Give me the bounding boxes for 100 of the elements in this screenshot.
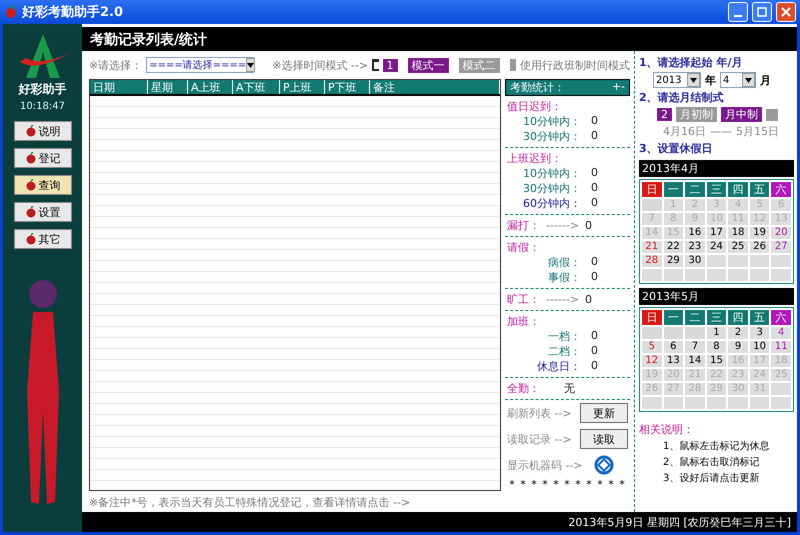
sidebar-button[interactable]: 登记 xyxy=(14,148,72,168)
sidebar-button[interactable]: 查询 xyxy=(14,175,72,195)
minimize-icon xyxy=(734,15,742,17)
stat-value: 0 xyxy=(591,255,598,270)
calendar-day[interactable]: 20 xyxy=(771,227,791,239)
note-text: 2、鼠标右击取消标记 xyxy=(662,456,760,469)
calendar-day[interactable]: 29 xyxy=(664,255,684,267)
stat-value: 0 xyxy=(591,114,598,129)
calendar-day[interactable]: 18 xyxy=(728,227,748,239)
period-number: 2 xyxy=(657,108,672,121)
action-button[interactable]: 读取 xyxy=(580,429,628,449)
calendar-day[interactable]: 25 xyxy=(728,241,748,253)
calendar-day[interactable]: 23 xyxy=(685,241,705,253)
minimize-button[interactable] xyxy=(728,2,748,22)
apple-icon xyxy=(24,206,36,218)
stat-label: 休息日： xyxy=(537,359,581,374)
year-select[interactable]: 2013 xyxy=(653,72,701,88)
hint-text: ※备注中*号，表示当天有员工特殊情况登记，查看详情请点击 --> xyxy=(89,495,412,511)
page-title: 考勤记录列表/统计 xyxy=(82,27,797,51)
select-dropdown[interactable]: ====请选择==== xyxy=(146,57,254,73)
calendar-day[interactable]: 7 xyxy=(685,341,705,353)
close-icon xyxy=(781,7,791,17)
calendar-day[interactable]: 9 xyxy=(728,341,748,353)
weekday-header: 一 xyxy=(664,310,684,325)
sidebar-button[interactable]: 说明 xyxy=(14,121,72,141)
mode-tab[interactable]: 模式一 xyxy=(408,58,449,72)
select-value: ====请选择==== xyxy=(149,58,246,72)
calendar-day[interactable]: 3 xyxy=(750,327,770,339)
calendar-day[interactable]: 30 xyxy=(685,255,705,267)
checkbox[interactable] xyxy=(510,59,516,71)
stat-title: 请假： xyxy=(507,240,541,255)
column-header: A下班 xyxy=(233,80,280,94)
action-label: 显示机器码 --> xyxy=(507,458,583,472)
toggle-button[interactable]: +- xyxy=(612,80,625,95)
calendar-day[interactable]: 5 xyxy=(642,341,662,353)
clock-time: 10:18:47 xyxy=(20,101,65,112)
calendar-day[interactable]: 15 xyxy=(706,355,726,367)
caret-icon[interactable] xyxy=(687,73,700,87)
stat-title: 漏打： xyxy=(507,218,540,233)
select-label: ※请选择： xyxy=(89,58,142,72)
stat-value: 0 xyxy=(585,293,592,306)
stat-label: 病假： xyxy=(548,255,581,270)
period-tab[interactable]: 月中制 xyxy=(721,107,762,122)
caret-icon[interactable] xyxy=(742,73,755,87)
close-button[interactable] xyxy=(776,2,796,22)
ring-icon[interactable] xyxy=(594,455,614,475)
calendar-day[interactable]: 2 xyxy=(728,327,748,339)
unit-label: 月 xyxy=(760,72,771,88)
stat-value: 0 xyxy=(591,181,598,196)
year-value: 2013 xyxy=(656,74,682,86)
weekday-header: 六 xyxy=(771,310,791,325)
stat-label: 10分钟内： xyxy=(523,114,581,129)
checkbox-label: 使用行政班制时间模式 xyxy=(520,58,630,72)
action-button[interactable]: 更新 xyxy=(580,403,628,423)
calendar-day[interactable]: 17 xyxy=(706,227,726,239)
calendar-day[interactable]: 13 xyxy=(664,355,684,367)
maximize-button[interactable] xyxy=(752,2,772,22)
apple-icon xyxy=(24,125,36,137)
range-start: 4月16日 xyxy=(663,124,706,139)
notes-title: 相关说明： xyxy=(639,422,695,437)
weekday-header: 三 xyxy=(706,310,726,325)
sidebar-button[interactable]: 其它 xyxy=(14,229,72,249)
calendar-day[interactable]: 26 xyxy=(750,241,770,253)
calendar-day[interactable]: 1 xyxy=(706,327,726,339)
stat-label: 60分钟内： xyxy=(523,196,581,211)
weekday-header: 一 xyxy=(664,182,684,197)
stat-label: 二档： xyxy=(548,344,581,359)
calendar-day[interactable]: 6 xyxy=(664,341,684,353)
sidebar-button[interactable]: 设置 xyxy=(14,202,72,222)
stat-label: 10分钟内： xyxy=(523,166,581,181)
calendar-day[interactable]: 24 xyxy=(706,241,726,253)
column-header: P上班 xyxy=(280,80,325,94)
calendar-day[interactable]: 10 xyxy=(750,341,770,353)
calendar-day[interactable]: 4 xyxy=(771,327,791,339)
logo-text: 好彩助手 xyxy=(18,81,66,98)
calendar-day[interactable]: 14 xyxy=(685,355,705,367)
month-select[interactable]: 4 xyxy=(720,72,756,88)
calendar-day[interactable]: 22 xyxy=(664,241,684,253)
calendar-day[interactable]: 28 xyxy=(642,255,662,267)
calendar-day[interactable]: 12 xyxy=(642,355,662,367)
calendar-day[interactable]: 16 xyxy=(685,227,705,239)
column-header: A上班 xyxy=(188,80,233,94)
mode-label: ※选择时间模式 --> xyxy=(272,58,368,72)
calendar-day[interactable]: 21 xyxy=(642,241,662,253)
column-header: 备注 xyxy=(370,80,500,94)
calendar-day[interactable]: 27 xyxy=(771,241,791,253)
maximize-icon xyxy=(757,7,767,17)
note-text: 3、设好后请点击更新 xyxy=(662,472,760,485)
note-text: 1、鼠标左击标记为休息 xyxy=(662,440,770,453)
calendar-day[interactable]: 19 xyxy=(750,227,770,239)
calendar-day[interactable]: 11 xyxy=(771,341,791,353)
caret-icon[interactable] xyxy=(246,58,256,72)
period-tab[interactable]: 月初制 xyxy=(676,107,717,122)
stat-value: 0 xyxy=(591,344,598,359)
arrow-text: ------> xyxy=(546,219,580,232)
stat-label: 30分钟内： xyxy=(523,129,581,144)
stat-value: 0 xyxy=(591,196,598,211)
weekday-header: 二 xyxy=(685,310,705,325)
mode-tab[interactable]: 模式二 xyxy=(458,58,500,72)
calendar-day[interactable]: 8 xyxy=(706,341,726,353)
